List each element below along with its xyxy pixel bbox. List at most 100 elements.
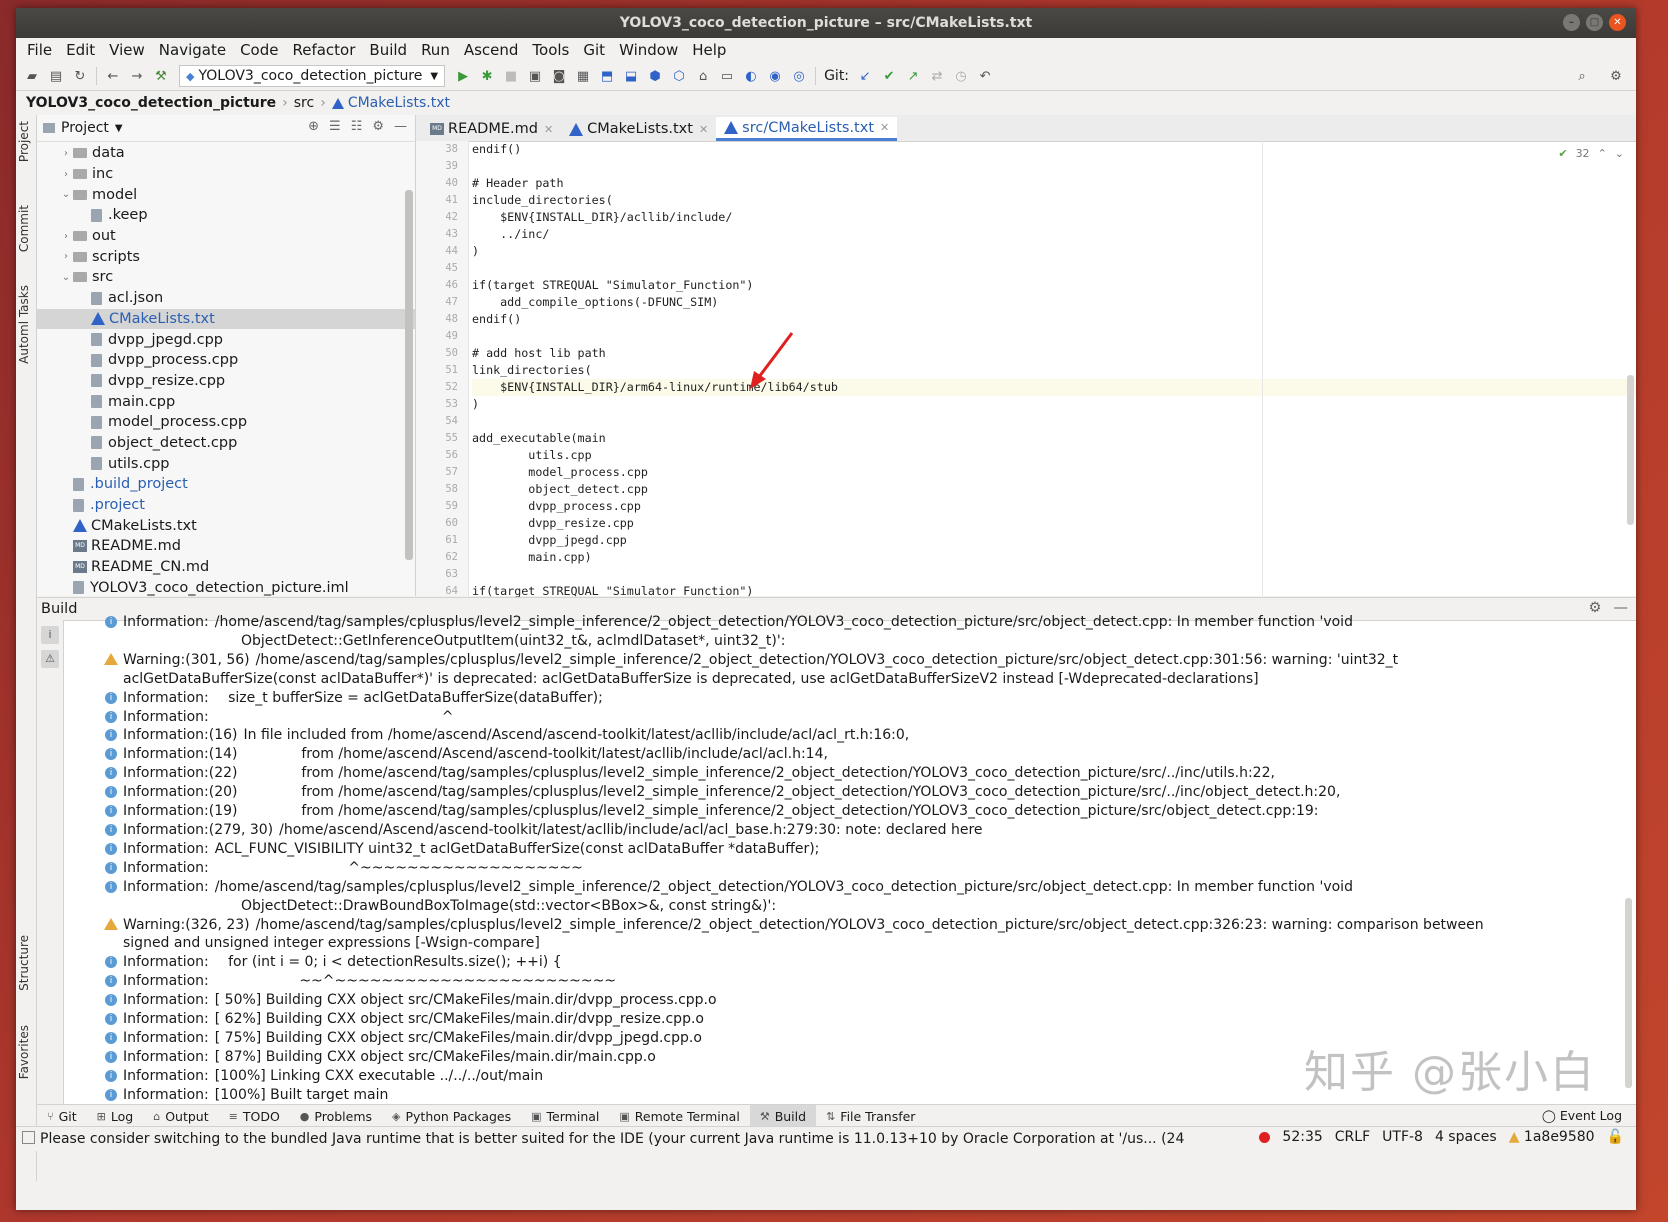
build-log[interactable]: i Information: /home/ascend/tag/samples/cp… [104,613,1612,1105]
tree-item[interactable]: .project [37,495,415,516]
tool-icon-2[interactable]: ◙ [550,67,568,85]
menu-edit[interactable]: Edit [59,41,102,59]
code-line[interactable]: 49 [445,328,1636,345]
stop-icon[interactable]: ■ [502,67,520,85]
git-branch-widget[interactable]: ▲ 1a8e9580 [1509,1129,1595,1145]
log-warning[interactable]: Warning:(301, 56)/home/ascend/tag/sample… [104,651,1513,689]
warning-filter-icon[interactable]: ⚠ [41,650,59,668]
tool-tab-todo[interactable]: ≡ TODO [219,1105,290,1127]
tool-tab-git[interactable]: ⑂ Git [37,1105,87,1127]
tree-item[interactable]: acl.json [37,288,415,309]
event-log-button[interactable]: ◯ Event Log [1542,1108,1622,1123]
log-entry[interactable]: i Information: ~~^~~~~~~~~~~~~~~~~~~~~~~~… [105,972,1612,991]
code-line[interactable]: 53) [445,396,1636,413]
log-entry[interactable]: i Information: for (int i = 0; i < detect… [105,953,1612,972]
git-rollback-icon[interactable]: ↶ [976,67,994,85]
tree-item[interactable]: model_process.cpp [37,412,415,433]
tree-item[interactable]: dvpp_resize.cpp [37,371,415,392]
side-tab-project[interactable]: Project [17,121,31,162]
chevron-right-icon[interactable]: › [59,251,73,262]
status-message[interactable]: Please consider switching to the bundled… [16,1131,1190,1147]
tree-item[interactable]: dvpp_process.cpp [37,350,415,371]
git-commit-icon[interactable]: ✔ [880,67,898,85]
side-tab-commit[interactable]: Commit [17,205,31,252]
expand-all-icon[interactable]: ☰ [329,119,341,134]
code-line[interactable]: 48 endif() [445,311,1636,328]
indent-setting[interactable]: 4 spaces [1435,1129,1497,1145]
side-tab-structure[interactable]: Structure [17,935,31,991]
tree-item[interactable]: MD README_CN.md [37,557,415,578]
breadcrumb-src[interactable]: src [294,95,314,111]
locate-icon[interactable]: ⊕ [308,119,319,134]
log-entry[interactable]: i Information:(279, 30) /home/ascend/Ascen… [105,821,1612,840]
tool-icon-1[interactable]: ▣ [526,67,544,85]
tree-item[interactable]: .build_project [37,474,415,495]
menu-git[interactable]: Git [576,41,612,59]
sync-icon[interactable]: ↻ [71,67,89,85]
tree-item[interactable]: main.cpp [37,391,415,412]
tool-tab-remote-terminal[interactable]: ▣ Remote Terminal [609,1105,749,1127]
menu-file[interactable]: File [20,41,59,59]
log-entry[interactable]: i Information:(22) from /home/ascend/tag/… [105,764,1612,783]
side-tab-favorites[interactable]: Favorites [17,1025,31,1079]
git-update-icon[interactable]: ↙ [856,67,874,85]
file-encoding[interactable]: UTF-8 [1382,1129,1423,1145]
log-entry[interactable]: i Information: [ 50%] Building CXX object … [105,991,1612,1010]
code-line[interactable]: 44) [445,243,1636,260]
code-line[interactable]: 57 model_process.cpp [445,464,1636,481]
chevron-right-icon[interactable]: › [59,148,73,159]
code-line[interactable]: 62 main.cpp) [445,549,1636,566]
tool-tab-output[interactable]: ⌂ Output [143,1105,218,1127]
tree-item[interactable]: MD README.md [37,536,415,557]
breadcrumb-file[interactable]: CMakeLists.txt [348,95,450,111]
chevron-down-icon[interactable]: ▼ [115,123,123,134]
run-icon[interactable]: ▶ [454,67,472,85]
chevron-down-icon[interactable]: ⌄ [1615,147,1624,160]
debug-icon[interactable]: ✱ [478,67,496,85]
tool-icon-4[interactable]: ⬒ [598,67,616,85]
tree-item[interactable]: › scripts [37,246,415,267]
minimize-button[interactable]: – [1563,14,1580,31]
chevron-down-icon[interactable]: ⌄ [59,189,73,200]
log-entry[interactable]: i Information: ^ [105,708,1612,727]
tree-item[interactable]: CMakeLists.txt [37,308,415,330]
chevron-up-icon[interactable]: ⌃ [1598,147,1607,160]
tool-tab-python-packages[interactable]: ◈ Python Packages [382,1105,521,1127]
log-entry[interactable]: i Information: /home/ascend/tag/samples/cp… [105,613,1612,632]
code-line[interactable]: 45 [445,260,1636,277]
code-line[interactable]: 55 add_executable(main [445,430,1636,447]
tool-icon-11[interactable]: ◉ [766,67,784,85]
inspection-widget[interactable]: ✔ 32 ⌃ ⌄ [1558,147,1624,160]
editor-tab[interactable]: src/CMakeLists.txt ✕ [716,117,898,141]
tool-icon-9[interactable]: ▭ [718,67,736,85]
log-entry[interactable]: i Information:(14) from /home/ascend/Asce… [105,745,1612,764]
code-line[interactable]: 61 dvpp_jpegd.cpp [445,532,1636,549]
build-scrollbar[interactable] [1625,898,1632,1088]
line-separator[interactable]: CRLF [1335,1129,1370,1145]
menu-refactor[interactable]: Refactor [285,41,362,59]
tool-icon-7[interactable]: ⬡ [670,67,688,85]
tree-item[interactable]: › inc [37,164,415,185]
chevron-down-icon[interactable]: ⌄ [59,272,73,283]
tree-item[interactable]: ⌄ model [37,184,415,205]
close-button[interactable]: ✕ [1609,14,1626,31]
code-line[interactable]: 54 [445,413,1636,430]
code-line[interactable]: 41 include_directories( [445,192,1636,209]
code-line[interactable]: 38 endif() [445,141,1636,158]
tree-item[interactable]: CMakeLists.txt [37,515,415,536]
build-hammer-icon[interactable]: ⚒ [152,67,170,85]
code-line[interactable]: 50 # add host lib path [445,345,1636,362]
log-entry[interactable]: i Information: size_t bufferSize = aclGet… [105,689,1612,708]
maximize-button[interactable]: □ [1586,14,1603,31]
run-config-select[interactable]: ◆ YOLOV3_coco_detection_picture ▼ [179,65,446,87]
tool-tab-file-transfer[interactable]: ⇅ File Transfer [816,1105,925,1127]
log-entry[interactable]: i Information:(16) In file included from /… [105,726,1612,745]
error-indicator-icon[interactable] [1259,1131,1271,1143]
code-line[interactable]: 56 utils.cpp [445,447,1636,464]
tool-tab-problems[interactable]: ● Problems [290,1105,382,1127]
info-filter-icon[interactable]: i [41,626,59,644]
collapse-all-icon[interactable]: ☷ [351,119,363,134]
tool-icon-6[interactable]: ⬢ [646,67,664,85]
code-view[interactable]: 38 endif() 39 40 # Header path 41 include_dire… [445,141,1636,598]
menu-window[interactable]: Window [612,41,685,59]
